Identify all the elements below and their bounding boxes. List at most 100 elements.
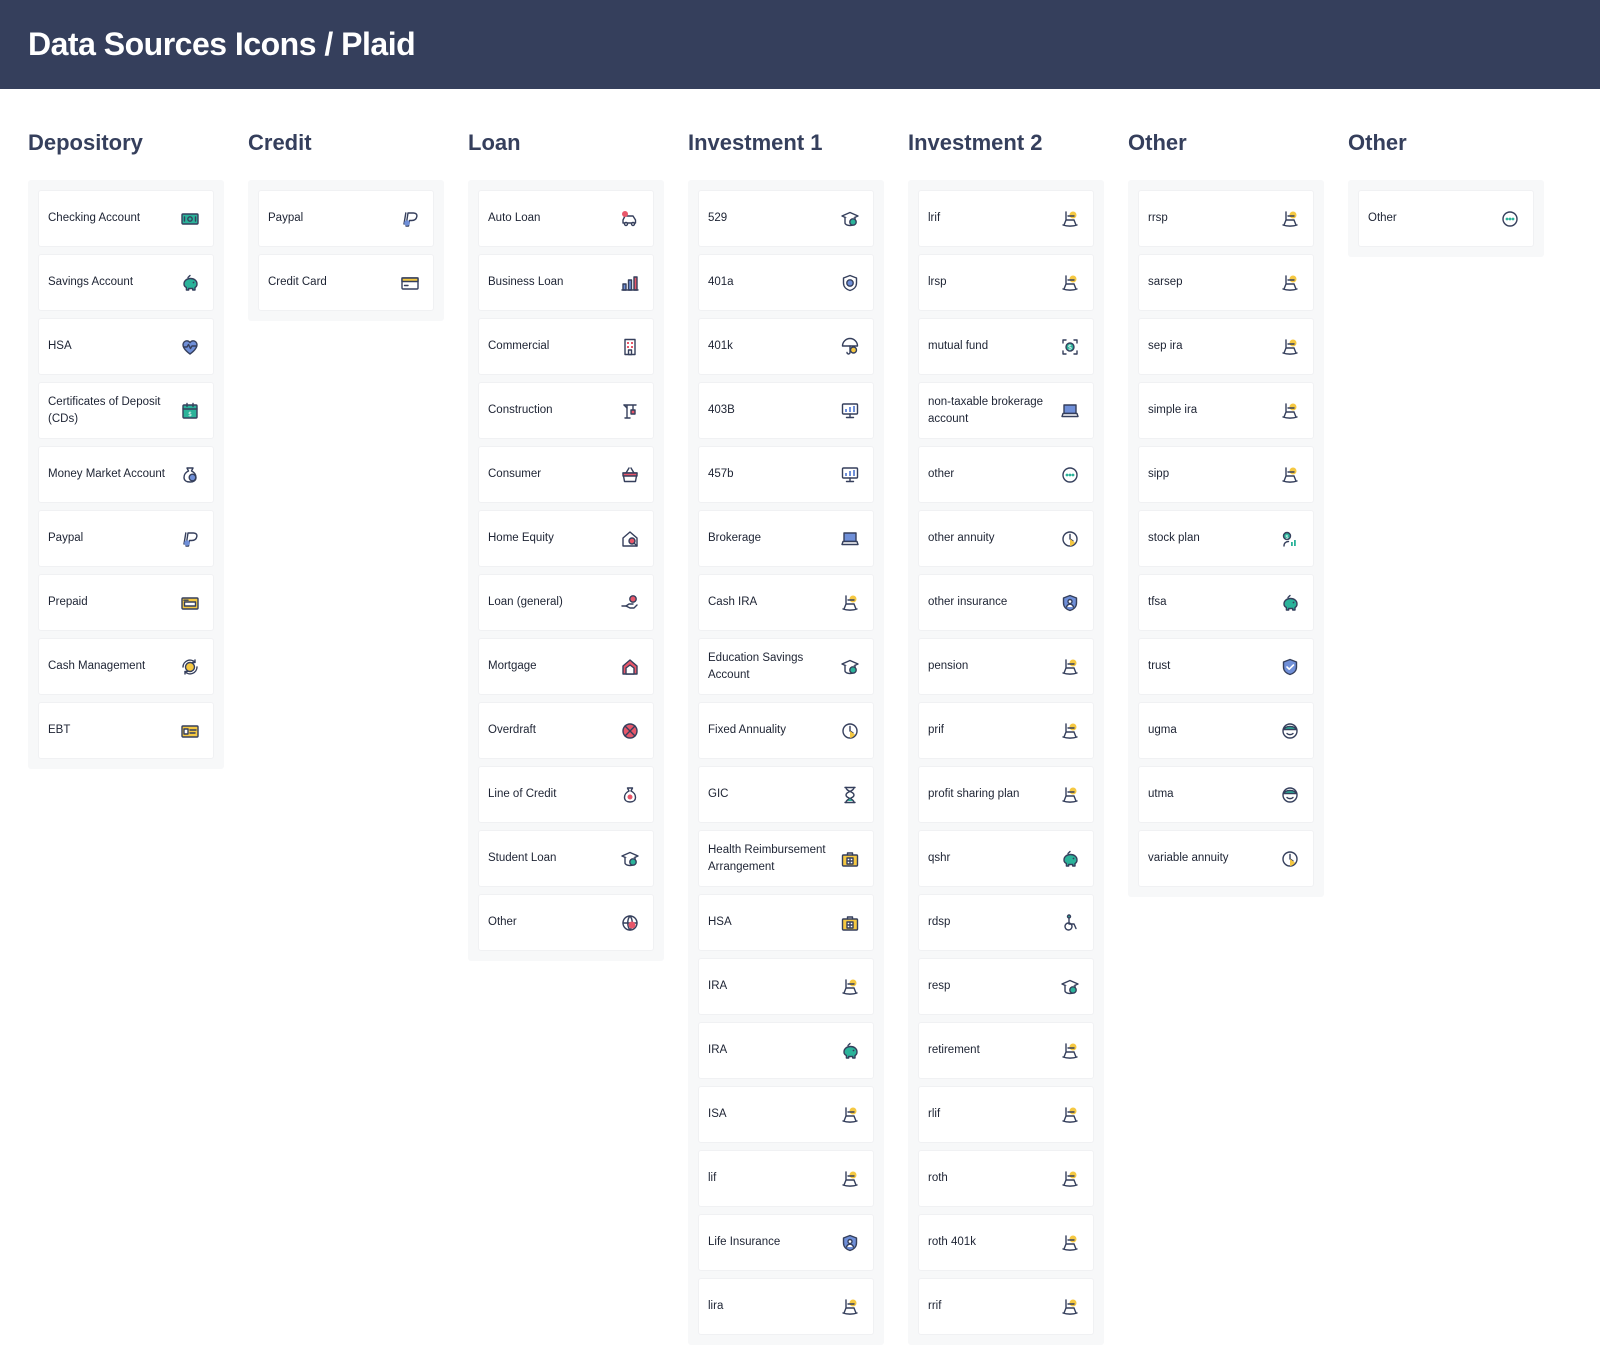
account-type-card[interactable]: Business Loan: [479, 255, 653, 310]
icon-list-panel: Paypal Credit Card: [248, 180, 444, 321]
account-type-card[interactable]: 529: [699, 191, 873, 246]
monitor-chart-icon: [839, 400, 861, 422]
account-type-card[interactable]: Auto Loan: [479, 191, 653, 246]
account-type-card[interactable]: other: [919, 447, 1093, 502]
account-type-card[interactable]: IRA: [699, 1023, 873, 1078]
icon-list-panel: Checking Account Savings Account HSA Certif…: [28, 180, 224, 769]
account-type-card[interactable]: HSA: [39, 319, 213, 374]
account-type-card[interactable]: lira: [699, 1279, 873, 1334]
account-type-card[interactable]: 457b: [699, 447, 873, 502]
crane-icon: [619, 400, 641, 422]
account-type-card[interactable]: resp: [919, 959, 1093, 1014]
account-type-card[interactable]: profit sharing plan: [919, 767, 1093, 822]
account-type-card[interactable]: IRA: [699, 959, 873, 1014]
account-type-card[interactable]: GIC: [699, 767, 873, 822]
shield-check-icon: [1279, 656, 1301, 678]
account-type-card[interactable]: other annuity: [919, 511, 1093, 566]
account-type-card[interactable]: ISA: [699, 1087, 873, 1142]
account-type-card[interactable]: rrif: [919, 1279, 1093, 1334]
account-type-card[interactable]: Consumer: [479, 447, 653, 502]
account-type-card[interactable]: tfsa: [1139, 575, 1313, 630]
account-type-card[interactable]: Cash IRA: [699, 575, 873, 630]
account-type-card[interactable]: 401k: [699, 319, 873, 374]
account-type-card[interactable]: Line of Credit: [479, 767, 653, 822]
account-type-card[interactable]: Money Market Account: [39, 447, 213, 502]
account-type-card[interactable]: rlif: [919, 1087, 1093, 1142]
account-type-card[interactable]: roth 401k: [919, 1215, 1093, 1270]
account-type-card[interactable]: Construction: [479, 383, 653, 438]
account-type-card[interactable]: simple ira: [1139, 383, 1313, 438]
account-type-card[interactable]: EBT: [39, 703, 213, 758]
account-type-label: variable annuity: [1148, 852, 1229, 865]
account-type-card[interactable]: Loan (general): [479, 575, 653, 630]
account-type-card[interactable]: Other: [479, 895, 653, 950]
account-type-card[interactable]: Certificates of Deposit (CDs) $: [39, 383, 213, 438]
account-type-card[interactable]: sipp: [1139, 447, 1313, 502]
account-type-card[interactable]: lrsp: [919, 255, 1093, 310]
account-type-card[interactable]: stock plan $: [1139, 511, 1313, 566]
account-type-card[interactable]: trust: [1139, 639, 1313, 694]
rocking-chair-icon: [1059, 1168, 1081, 1190]
account-type-card[interactable]: lif: [699, 1151, 873, 1206]
account-type-label: other annuity: [928, 532, 995, 545]
shield-user-icon: [1059, 592, 1081, 614]
prepaid-card-icon: [179, 592, 201, 614]
account-type-label: ugma: [1148, 724, 1177, 737]
rocking-chair-icon: [1279, 336, 1301, 358]
account-type-card[interactable]: roth: [919, 1151, 1093, 1206]
account-type-card[interactable]: sarsep: [1139, 255, 1313, 310]
account-type-card[interactable]: variable annuity: [1139, 831, 1313, 886]
account-type-card[interactable]: Prepaid: [39, 575, 213, 630]
account-type-label: ISA: [708, 1108, 727, 1121]
account-type-card[interactable]: Student Loan: [479, 831, 653, 886]
icon-list-panel: lrif lrsp mutual fund $ non-taxable brokerag…: [908, 180, 1104, 1345]
account-type-label: utma: [1148, 788, 1174, 801]
account-type-card[interactable]: pension: [919, 639, 1093, 694]
account-type-card[interactable]: Paypal: [259, 191, 433, 246]
account-type-label: 401a: [708, 276, 734, 289]
page-header: Data Sources Icons / Plaid: [0, 0, 1600, 89]
account-type-card[interactable]: rrsp: [1139, 191, 1313, 246]
laptop-icon: [839, 528, 861, 550]
account-type-card[interactable]: Checking Account: [39, 191, 213, 246]
account-type-card[interactable]: Education Savings Account: [699, 639, 873, 694]
account-type-card[interactable]: qshr: [919, 831, 1093, 886]
account-type-card[interactable]: Savings Account: [39, 255, 213, 310]
account-type-card[interactable]: Overdraft: [479, 703, 653, 758]
account-type-card[interactable]: other insurance: [919, 575, 1093, 630]
account-type-card[interactable]: utma: [1139, 767, 1313, 822]
category-column: Depository Checking Account Savings Accoun…: [28, 130, 224, 769]
paypal-icon: [399, 208, 421, 230]
account-type-card[interactable]: mutual fund $: [919, 319, 1093, 374]
account-type-card[interactable]: Fixed Annuality: [699, 703, 873, 758]
account-type-card[interactable]: 401a: [699, 255, 873, 310]
account-type-card[interactable]: rdsp: [919, 895, 1093, 950]
account-type-card[interactable]: Health Reimbursement Arrangement: [699, 831, 873, 886]
account-type-card[interactable]: retirement: [919, 1023, 1093, 1078]
account-type-label: Auto Loan: [488, 212, 541, 225]
clock-icon: [1279, 848, 1301, 870]
account-type-card[interactable]: Credit Card: [259, 255, 433, 310]
account-type-card[interactable]: Other: [1359, 191, 1533, 246]
account-type-card[interactable]: lrif: [919, 191, 1093, 246]
cash-icon: [179, 208, 201, 230]
account-type-card[interactable]: Home Equity: [479, 511, 653, 566]
account-type-label: stock plan: [1148, 532, 1200, 545]
account-type-card[interactable]: Mortgage: [479, 639, 653, 694]
account-type-card[interactable]: prif: [919, 703, 1093, 758]
account-type-card[interactable]: ugma: [1139, 703, 1313, 758]
account-type-label: Loan (general): [488, 596, 563, 609]
account-type-card[interactable]: 403B: [699, 383, 873, 438]
account-type-card[interactable]: Commercial: [479, 319, 653, 374]
account-type-label: roth 401k: [928, 1236, 976, 1249]
account-type-card[interactable]: Cash Management: [39, 639, 213, 694]
account-type-card[interactable]: Paypal: [39, 511, 213, 566]
account-type-card[interactable]: non-taxable brokerage account: [919, 383, 1093, 438]
account-type-label: Life Insurance: [708, 1236, 781, 1249]
account-type-card[interactable]: sep ira: [1139, 319, 1313, 374]
calendar-icon: $: [179, 400, 201, 422]
account-type-label: Certificates of Deposit (CDs): [48, 396, 161, 425]
account-type-card[interactable]: Brokerage: [699, 511, 873, 566]
account-type-card[interactable]: HSA: [699, 895, 873, 950]
account-type-card[interactable]: Life Insurance: [699, 1215, 873, 1270]
